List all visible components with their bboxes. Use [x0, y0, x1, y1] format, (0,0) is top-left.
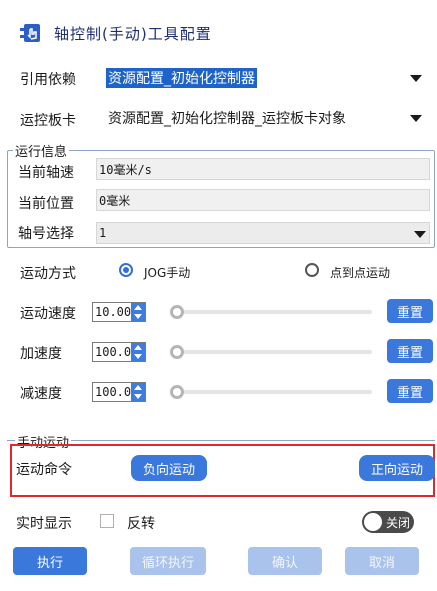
decel-label: 减速度 [20, 386, 62, 402]
radio-jog-label[interactable]: JOG手动 [144, 264, 190, 281]
realtime-toggle[interactable]: 关闭 [362, 511, 414, 533]
axis-speed-label: 当前轴速 [18, 165, 74, 181]
accel-reset-button[interactable]: 重置 [387, 339, 433, 363]
decel-slider-handle[interactable] [170, 385, 184, 399]
radio-point-to-point[interactable] [305, 263, 319, 277]
realtime-label: 实时显示 [16, 516, 72, 532]
command-label: 运动命令 [16, 462, 72, 478]
decel-value: 100.0 [95, 385, 132, 399]
reference-label: 引用依赖 [20, 72, 76, 88]
manual-group-divider [7, 440, 435, 441]
invert-checkbox[interactable] [100, 514, 114, 528]
page-title: 轴控制(手动)工具配置 [54, 25, 212, 43]
speed-label: 运动速度 [20, 306, 76, 322]
chevron-down-icon [410, 75, 422, 82]
accel-slider[interactable] [172, 350, 372, 354]
toggle-knob [364, 513, 382, 531]
cancel-button[interactable]: 取消 [345, 547, 419, 575]
spin-up-icon[interactable] [131, 383, 145, 392]
radio-point-to-point-label[interactable]: 点到点运动 [330, 264, 390, 281]
accel-label: 加速度 [20, 346, 62, 362]
execute-button[interactable]: 执行 [13, 547, 87, 575]
run-info-title: 运行信息 [13, 141, 70, 160]
position-label: 当前位置 [18, 196, 74, 212]
negative-motion-button[interactable]: 负向运动 [131, 455, 207, 481]
spin-down-icon[interactable] [131, 352, 145, 361]
reference-dropdown[interactable]: 资源配置_初始化控制器 [106, 66, 426, 90]
motion-card-dropdown[interactable]: 资源配置_初始化控制器_运控板卡对象 [106, 106, 426, 130]
speed-reset-button[interactable]: 重置 [387, 299, 433, 323]
axis-speed-value: 10毫米/s [99, 162, 152, 177]
loop-execute-button[interactable]: 循环执行 [130, 547, 206, 575]
speed-value: 10.00 [95, 305, 132, 319]
accel-value: 100.0 [95, 345, 132, 359]
motion-card-value: 资源配置_初始化控制器_运控板卡对象 [108, 111, 346, 127]
toggle-label: 关闭 [386, 515, 411, 530]
accel-spinbox[interactable]: 100.0 [92, 342, 146, 362]
spin-down-icon[interactable] [131, 312, 145, 321]
spin-down-icon[interactable] [131, 392, 145, 401]
axis-select-label: 轴号选择 [18, 226, 74, 242]
decel-slider[interactable] [172, 390, 372, 394]
speed-slider-handle[interactable] [170, 305, 184, 319]
motion-mode-label: 运动方式 [20, 266, 76, 282]
title-bar: 轴控制(手动)工具配置 [0, 0, 437, 62]
spin-up-icon[interactable] [131, 343, 145, 352]
invert-label[interactable]: 反转 [127, 513, 155, 533]
radio-jog[interactable] [119, 263, 133, 277]
axis-speed-field: 10毫米/s [96, 158, 430, 180]
tool-settings-icon [20, 24, 40, 42]
confirm-button[interactable]: 确认 [248, 547, 322, 575]
motion-card-label: 运控板卡 [20, 113, 76, 129]
position-field: 0毫米 [96, 189, 430, 211]
accel-slider-handle[interactable] [170, 345, 184, 359]
spin-up-icon[interactable] [131, 303, 145, 312]
axis-select-value: 1 [99, 226, 107, 240]
positive-motion-button[interactable]: 正向运动 [359, 455, 435, 481]
position-value: 0毫米 [99, 193, 131, 208]
speed-spinbox[interactable]: 10.00 [92, 302, 146, 322]
decel-reset-button[interactable]: 重置 [387, 379, 433, 403]
reference-value: 资源配置_初始化控制器 [106, 68, 257, 88]
decel-spinbox[interactable]: 100.0 [92, 382, 146, 402]
speed-slider[interactable] [172, 310, 372, 314]
chevron-down-icon [414, 231, 426, 238]
chevron-down-icon [410, 115, 422, 122]
axis-select-dropdown[interactable]: 1 [96, 222, 430, 244]
